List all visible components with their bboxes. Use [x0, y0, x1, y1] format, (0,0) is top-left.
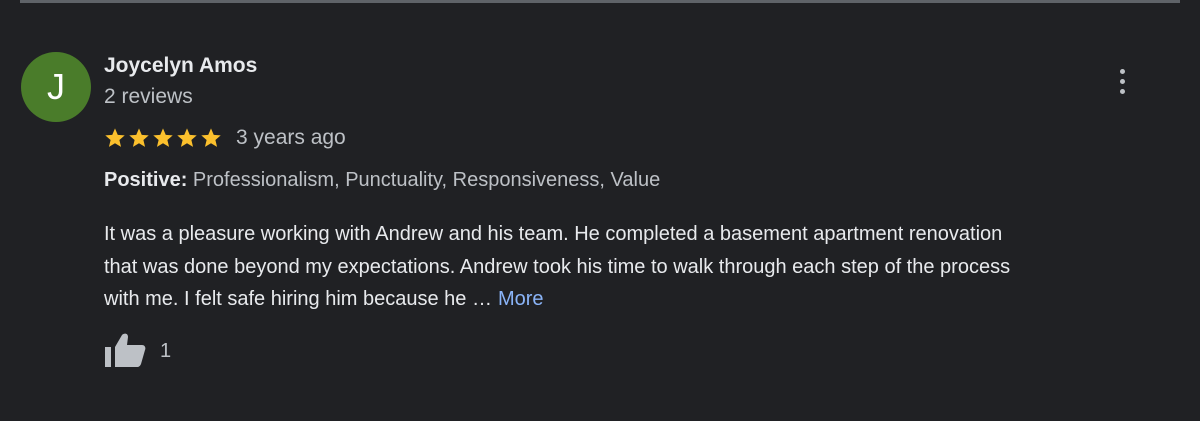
star-rating: [104, 127, 222, 149]
star-icon: [152, 127, 174, 149]
top-divider: [20, 0, 1180, 3]
avatar-initial: J: [47, 66, 65, 107]
review-text-line-content: with me. I felt safe hiring him because …: [104, 288, 492, 310]
thumbs-up-icon[interactable]: [104, 333, 146, 369]
star-icon: [200, 127, 222, 149]
menu-dot: [1119, 68, 1125, 74]
like-count: 1: [160, 339, 172, 362]
review-text-line: with me. I felt safe hiring him because …: [104, 283, 1184, 316]
star-icon: [176, 127, 198, 149]
review-text-line: It was a pleasure working with Andrew an…: [104, 223, 1003, 245]
rating-row: 3 years ago: [104, 123, 346, 153]
menu-dot: [1119, 88, 1125, 94]
positive-attributes: Positive: Professionalism, Punctuality, …: [104, 169, 660, 192]
more-vert-icon[interactable]: [1108, 64, 1136, 98]
positive-value: Professionalism, Punctuality, Responsive…: [192, 169, 661, 191]
positive-label: Positive:: [104, 169, 188, 191]
star-icon: [128, 127, 150, 149]
review-text-line: that was done beyond my expectations. An…: [104, 255, 1011, 278]
author-name[interactable]: Joycelyn Amos: [104, 54, 257, 78]
review-date: 3 years ago: [236, 126, 346, 149]
more-link[interactable]: More: [498, 288, 544, 310]
star-icon: [104, 127, 126, 149]
review-text: It was a pleasure working with Andrew an…: [104, 218, 1184, 316]
menu-dot: [1119, 78, 1125, 84]
avatar[interactable]: J: [21, 52, 91, 122]
like-row: 1: [104, 333, 171, 369]
review-count[interactable]: 2 reviews: [104, 85, 193, 109]
